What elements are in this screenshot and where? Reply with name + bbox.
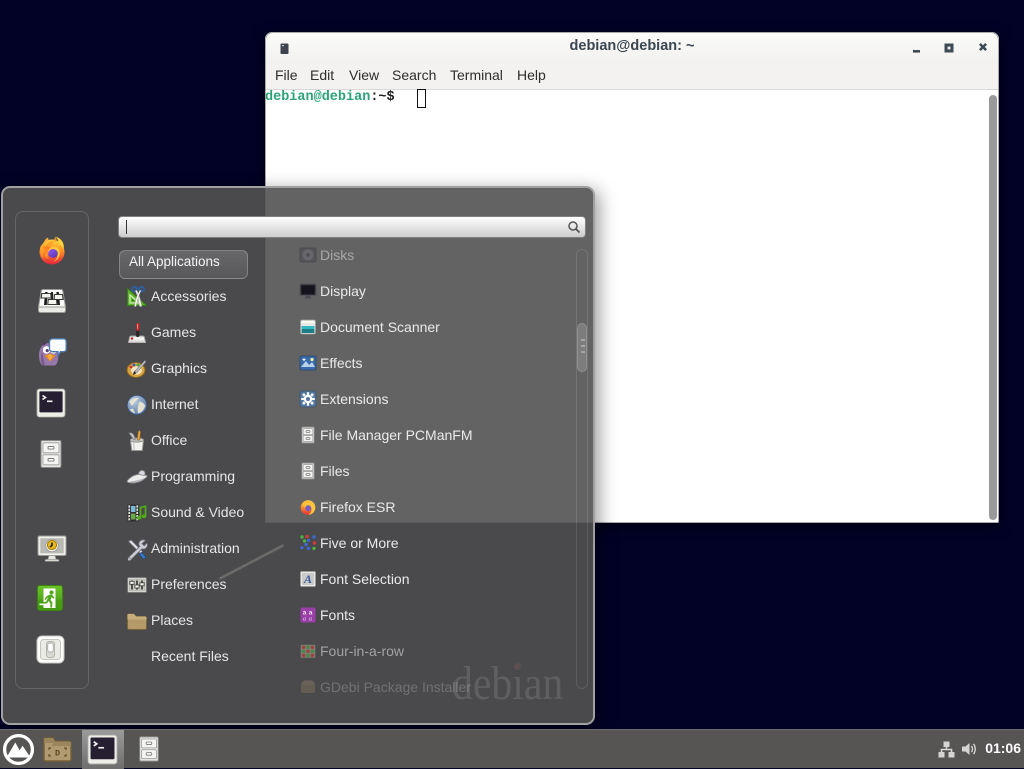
svg-text:a: a [303,617,306,623]
svg-text:a: a [309,617,312,623]
svg-text:A: A [303,572,312,586]
svg-text:D: D [55,749,60,759]
svg-text:a: a [309,610,313,617]
svg-text:a: a [303,610,307,617]
